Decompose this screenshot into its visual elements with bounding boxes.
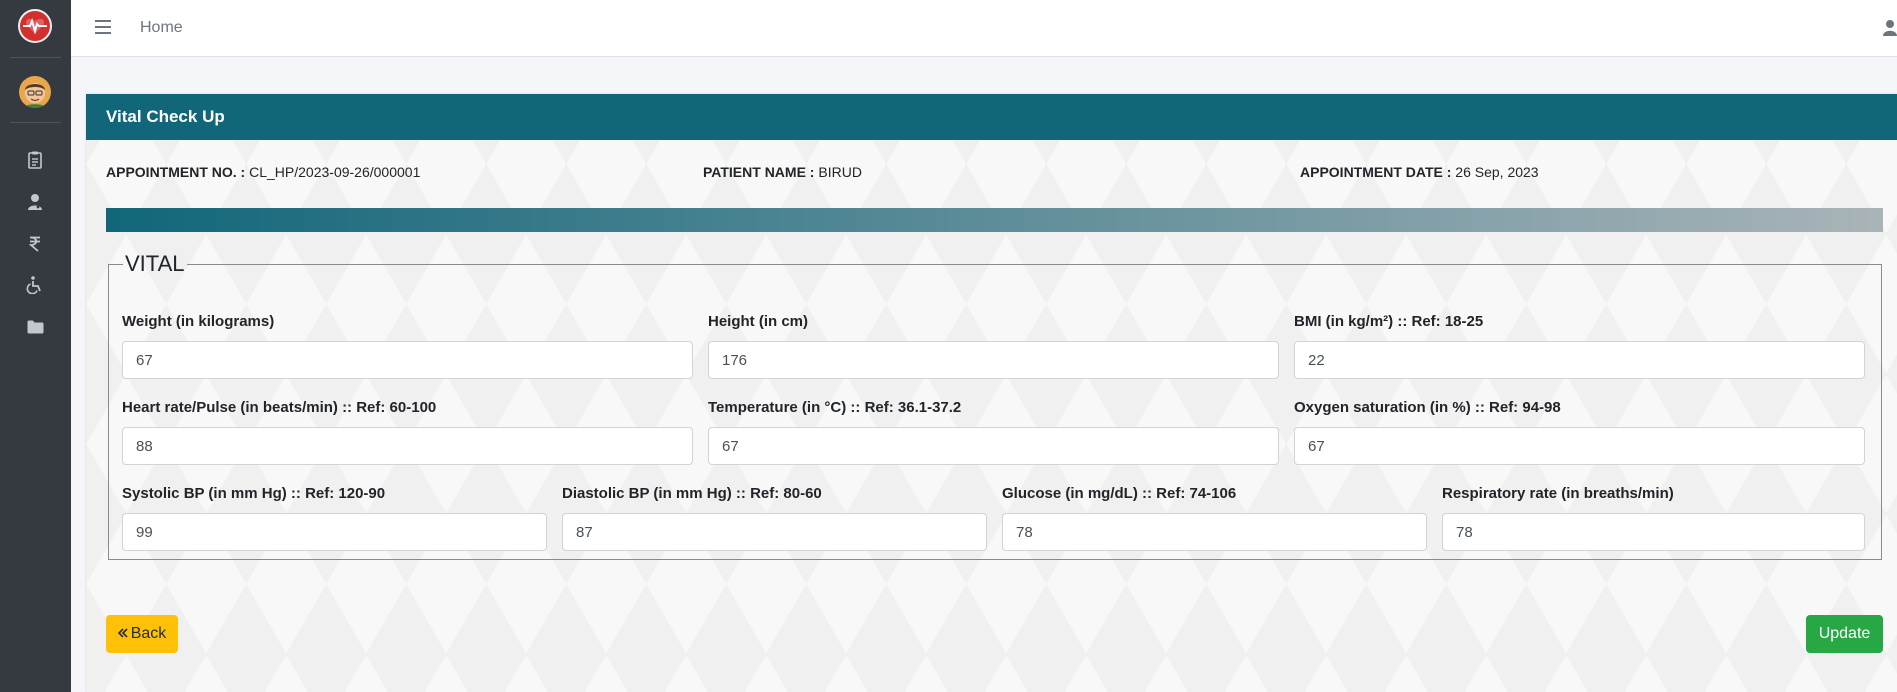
heart-rate-input[interactable] (122, 427, 693, 465)
temperature-field: Temperature (in °C) :: Ref: 36.1-37.2 (708, 399, 1279, 465)
home-link[interactable]: Home (140, 19, 183, 37)
appointment-date-label: APPOINTMENT DATE : (1300, 164, 1452, 180)
folder-icon[interactable] (24, 316, 46, 338)
temperature-input[interactable] (708, 427, 1279, 465)
user-icon[interactable] (1883, 19, 1897, 37)
top-navbar: Home (71, 0, 1897, 57)
vital-checkup-card: Vital Check Up APPOINTMENT NO. : CL_HP/2… (86, 94, 1897, 692)
respiratory-rate-input[interactable] (1442, 513, 1865, 551)
wheelchair-icon[interactable] (24, 274, 46, 296)
systolic-bp-input[interactable] (122, 513, 547, 551)
patient-name-value: BIRUD (818, 164, 862, 180)
appointment-no-info: APPOINTMENT NO. : CL_HP/2023-09-26/00000… (106, 164, 420, 180)
appointment-date-info: APPOINTMENT DATE : 26 Sep, 2023 (1300, 164, 1539, 180)
sidebar-divider (10, 122, 61, 123)
weight-label: Weight (in kilograms) (122, 313, 275, 330)
systolic-bp-field: Systolic BP (in mm Hg) :: Ref: 120-90 (122, 485, 547, 551)
height-input[interactable] (708, 341, 1279, 379)
patient-name-label: PATIENT NAME : (703, 164, 815, 180)
oxygen-saturation-input[interactable] (1294, 427, 1865, 465)
gradient-divider (106, 208, 1883, 232)
diastolic-bp-field: Diastolic BP (in mm Hg) :: Ref: 80-60 (562, 485, 987, 551)
weight-input[interactable] (122, 341, 693, 379)
height-field: Height (in cm) (708, 313, 1279, 379)
respiratory-rate-field: Respiratory rate (in breaths/min) (1442, 485, 1865, 551)
appointment-date-value: 26 Sep, 2023 (1455, 164, 1539, 180)
glucose-field: Glucose (in mg/dL) :: Ref: 74-106 (1002, 485, 1427, 551)
double-chevron-left-icon (117, 625, 128, 643)
vital-legend: VITAL (125, 251, 185, 276)
card-title: Vital Check Up (86, 94, 1897, 140)
glucose-label: Glucose (in mg/dL) :: Ref: 74-106 (1002, 485, 1237, 502)
bmi-input[interactable] (1294, 341, 1865, 379)
diastolic-bp-input[interactable] (562, 513, 987, 551)
bars-icon[interactable] (95, 20, 111, 36)
vital-fieldset: VITAL Weight (in kilograms) Height (in c… (108, 251, 1882, 560)
sidebar (0, 0, 71, 692)
heart-rate-label: Heart rate/Pulse (in beats/min) :: Ref: … (122, 399, 437, 416)
glucose-input[interactable] (1002, 513, 1427, 551)
rupee-icon[interactable] (24, 233, 46, 255)
patient-name-info: PATIENT NAME : BIRUD (703, 164, 862, 180)
weight-field: Weight (in kilograms) (122, 313, 693, 379)
user-avatar[interactable] (19, 76, 51, 108)
bmi-label: BMI (in kg/m²) :: Ref: 18-25 (1294, 313, 1484, 330)
heartbeat-logo-icon[interactable] (18, 9, 52, 43)
appointment-no-label: APPOINTMENT NO. : (106, 164, 246, 180)
update-button[interactable]: Update (1806, 615, 1883, 653)
temperature-label: Temperature (in °C) :: Ref: 36.1-37.2 (708, 399, 962, 416)
height-label: Height (in cm) (708, 313, 808, 330)
sidebar-divider (10, 57, 61, 58)
appointment-no-value: CL_HP/2023-09-26/000001 (249, 164, 421, 180)
back-button-label: Back (130, 625, 167, 642)
bmi-field: BMI (in kg/m²) :: Ref: 18-25 (1294, 313, 1865, 379)
respiratory-rate-label: Respiratory rate (in breaths/min) (1442, 485, 1674, 502)
clipboard-icon[interactable] (24, 149, 46, 171)
oxygen-saturation-label: Oxygen saturation (in %) :: Ref: 94-98 (1294, 399, 1561, 416)
back-button[interactable]: Back (106, 615, 178, 653)
heart-rate-field: Heart rate/Pulse (in beats/min) :: Ref: … (122, 399, 693, 465)
oxygen-saturation-field: Oxygen saturation (in %) :: Ref: 94-98 (1294, 399, 1865, 465)
systolic-bp-label: Systolic BP (in mm Hg) :: Ref: 120-90 (122, 485, 386, 502)
diastolic-bp-label: Diastolic BP (in mm Hg) :: Ref: 80-60 (562, 485, 822, 502)
user-doctor-icon[interactable] (24, 191, 46, 213)
